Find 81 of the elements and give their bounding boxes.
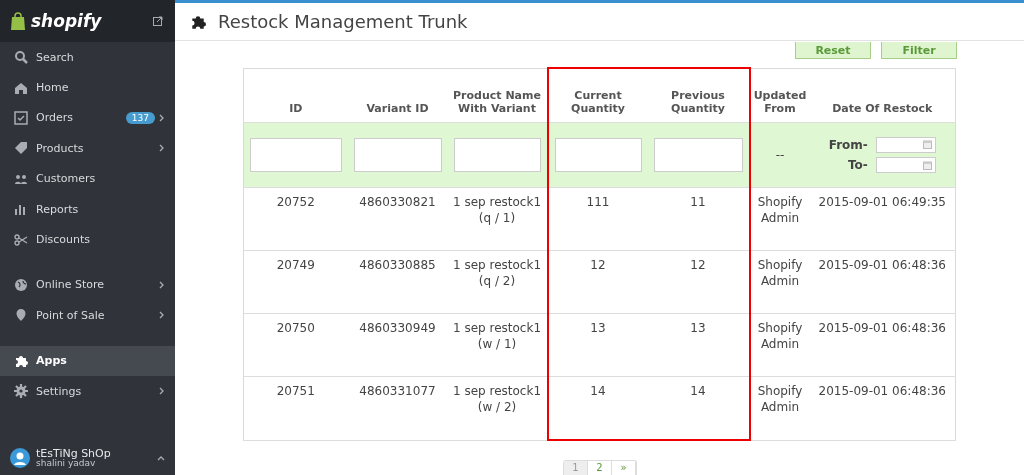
table-cell: 14: [647, 376, 750, 440]
settings-icon: [14, 384, 28, 399]
table-cell: 4860330885: [347, 250, 448, 314]
sidebar-item[interactable]: Home: [0, 72, 175, 103]
sidebar-item[interactable]: Point of Sale: [0, 300, 175, 331]
table-cell: 12: [547, 250, 648, 314]
table-cell: Shopify Admin: [749, 250, 810, 314]
table-cell: 4860330821: [347, 187, 448, 251]
column-header: Variant ID: [347, 68, 448, 123]
table-cell: 4860331077: [347, 376, 448, 440]
sidebar-item[interactable]: Search: [0, 42, 175, 73]
filter-input[interactable]: [453, 138, 541, 172]
count-badge: 137: [125, 111, 155, 124]
filter-input[interactable]: [653, 138, 743, 172]
calendar-icon[interactable]: [922, 160, 932, 170]
table-cell: 1 sep restock1 (w / 2): [447, 376, 548, 440]
chevron-right-icon: [159, 387, 165, 396]
table-cell: 14: [547, 376, 648, 440]
table-cell: Shopify Admin: [749, 313, 810, 377]
sidebar-item[interactable]: Products: [0, 133, 175, 164]
chevron-right-icon: [159, 144, 165, 153]
chevron-right-icon: [159, 280, 165, 289]
chevron-right-icon: [159, 113, 165, 122]
sidebar-item[interactable]: Online Store: [0, 269, 175, 301]
column-header: Product Name With Variant: [447, 68, 548, 123]
sidebar-item[interactable]: Apps: [0, 345, 175, 376]
table-cell: 20752: [243, 187, 348, 251]
column-header: Date Of Restock: [809, 68, 956, 123]
table-cell: 13: [547, 313, 648, 377]
sidebar-item[interactable]: Reports: [0, 193, 175, 225]
column-header: Updated From: [749, 68, 810, 123]
shopping-bag-icon: [10, 11, 26, 31]
table-cell: 2015-09-01 06:48:36: [809, 313, 956, 377]
user-name: shalini yadav: [36, 459, 96, 469]
table-cell: Shopify Admin: [749, 187, 810, 251]
table-cell: 1 sep restock1 (q / 1): [447, 187, 548, 251]
from-label: From-: [828, 136, 868, 153]
from-date-field[interactable]: [875, 136, 936, 153]
filter-input[interactable]: [554, 138, 642, 172]
calendar-icon[interactable]: [922, 140, 932, 150]
chevron-up-icon[interactable]: [157, 455, 165, 461]
table-cell: 1 sep restock1 (q / 2): [447, 250, 548, 314]
tag-icon: [14, 141, 28, 156]
table-cell: 20749: [243, 250, 348, 314]
table-cell: 2015-09-01 06:49:35: [809, 187, 956, 251]
table-cell: 20750: [243, 313, 348, 377]
store-name: tEsTiNg ShOp: [36, 447, 112, 460]
table-cell: 2015-09-01 06:48:36: [809, 376, 956, 440]
table-cell: 12: [647, 250, 750, 314]
sidebar-item[interactable]: Orders 137: [0, 102, 175, 134]
bar-chart-icon: [14, 202, 28, 217]
table-cell: Shopify Admin: [749, 376, 810, 440]
table-cell: 13: [647, 313, 750, 377]
sidebar-item[interactable]: Settings: [0, 375, 175, 407]
globe-icon: [14, 277, 28, 292]
table-cell: 20751: [243, 376, 348, 440]
table-cell: 1 sep restock1 (w / 1): [447, 313, 548, 377]
puzzle-icon: [14, 353, 28, 368]
table-cell: 111: [547, 187, 648, 251]
sidebar-item[interactable]: Customers: [0, 163, 175, 194]
updated-from-filter: --: [775, 147, 785, 162]
external-link-icon[interactable]: [153, 16, 163, 26]
to-label: To-: [846, 157, 868, 174]
checkbox-icon: [14, 110, 28, 125]
table-cell: 4860330949: [347, 313, 448, 377]
scissors-icon: [14, 232, 28, 247]
chevron-right-icon: [159, 311, 165, 320]
puzzle-icon: [190, 13, 206, 30]
sidebar-item[interactable]: Discounts: [0, 224, 175, 255]
table-cell: 2015-09-01 06:48:36: [809, 250, 956, 314]
to-date-field[interactable]: [875, 157, 936, 174]
house-icon: [14, 80, 28, 95]
search-icon: [14, 50, 28, 65]
brand-logo-text[interactable]: shopify: [31, 11, 102, 31]
filter-input[interactable]: [353, 138, 442, 172]
location-pin-icon: [14, 308, 28, 323]
table-cell: 11: [647, 187, 750, 251]
column-header: ID: [243, 68, 348, 123]
avatar-icon[interactable]: [10, 448, 30, 468]
filter-input[interactable]: [250, 138, 342, 172]
page-title: Restock Management Trunk: [218, 11, 468, 32]
